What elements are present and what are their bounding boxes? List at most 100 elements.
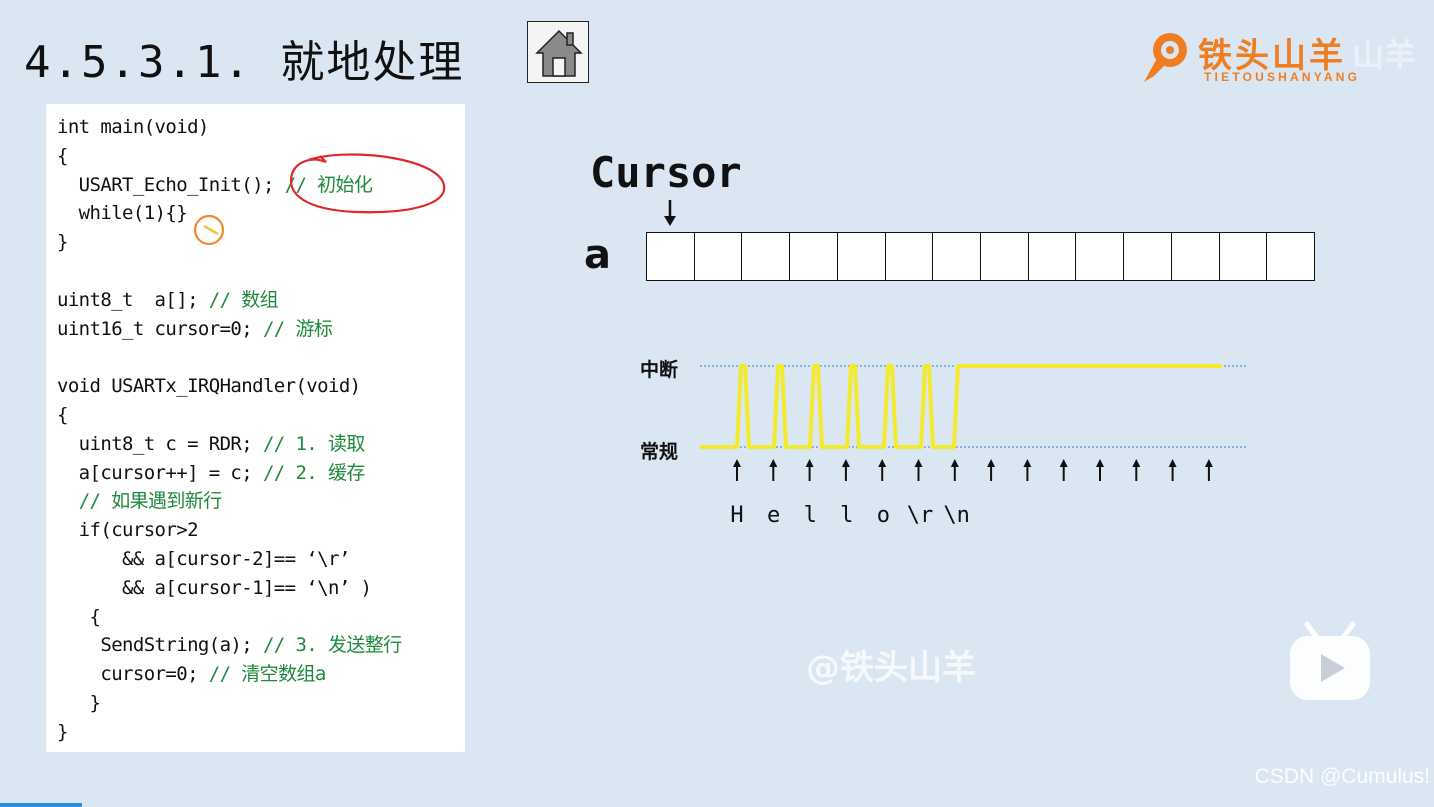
code-line: cursor=0; // 清空数组a	[57, 662, 326, 686]
array-cell	[1076, 233, 1125, 280]
code-line: if(cursor>2	[57, 518, 199, 542]
code-text: uint8_t a[];	[57, 288, 199, 311]
code-text: }	[57, 720, 68, 743]
code-text: }	[57, 231, 68, 254]
code-text: a[cursor++] = c;	[57, 461, 253, 484]
up-arrow-head	[914, 459, 923, 467]
byte-label: o	[876, 503, 891, 528]
array-cell	[742, 233, 791, 280]
signal-waveform	[700, 364, 1222, 449]
play-icon[interactable]	[1287, 620, 1373, 704]
array-cell	[886, 233, 934, 280]
code-text: SendString(a);	[57, 634, 253, 657]
progress-bar[interactable]	[0, 803, 82, 807]
video-watermark: @铁头山羊	[806, 648, 976, 688]
array-cell	[981, 233, 1029, 280]
array-cell	[790, 233, 838, 280]
code-line: uint8_t a[]; // 数组	[57, 288, 279, 312]
up-arrow-head	[1096, 459, 1104, 467]
array-buffer	[646, 232, 1315, 281]
byte-label: e	[766, 503, 781, 528]
up-arrow-head	[1023, 459, 1032, 467]
code-comment: // 3. 发送整行	[252, 634, 402, 657]
code-line: {	[57, 144, 68, 168]
brand-logo: 铁头山羊 TIETOUSHANYANG 山羊	[1142, 26, 1416, 90]
code-text: cursor=0;	[57, 663, 198, 686]
up-arrow-head	[805, 459, 814, 467]
up-arrow-head	[950, 459, 959, 467]
code-comment: // 清空数组a	[197, 663, 327, 686]
array-cell	[647, 233, 695, 280]
normal-label: 常规	[640, 441, 679, 463]
slide-title: 4.5.3.1. 就地处理	[24, 37, 465, 88]
logo-subtext: TIETOUSHANYANG	[1204, 70, 1361, 84]
array-cell	[1267, 233, 1314, 280]
code-text: int main(void)	[57, 116, 209, 138]
code-line: while(1){}	[57, 201, 188, 225]
code-line: }	[57, 720, 68, 744]
code-comment: // 1. 读取	[252, 432, 365, 455]
up-arrow-head	[1204, 459, 1213, 467]
code-text: }	[57, 692, 101, 714]
code-line: SendString(a); // 3. 发送整行	[57, 633, 402, 657]
code-text: {	[57, 144, 68, 167]
up-arrow-head	[769, 459, 778, 467]
code-line: a[cursor++] = c; // 2. 缓存	[57, 461, 366, 485]
ram-icon	[1144, 33, 1187, 82]
up-arrow-head	[733, 459, 741, 467]
array-cell	[1220, 233, 1268, 280]
code-line: {	[57, 605, 101, 629]
code-line: && a[cursor-1]== ‘\n’ )	[57, 576, 372, 600]
byte-label: l	[840, 503, 854, 528]
array-name: a	[584, 232, 611, 278]
array-cell	[1029, 233, 1077, 280]
code-line: int main(void)	[57, 115, 209, 139]
code-text: {	[57, 404, 68, 426]
down-arrow-icon	[664, 200, 676, 226]
byte-label: l	[803, 503, 817, 528]
code-line: uint8_t c = RDR; // 1. 读取	[57, 432, 366, 456]
array-cell	[1124, 233, 1172, 280]
code-comment: // 数组	[197, 288, 279, 311]
up-arrow-head	[987, 459, 996, 467]
code-text: uint8_t c = RDR;	[57, 432, 253, 455]
up-arrow-head	[841, 459, 850, 467]
up-arrow-head	[1132, 459, 1141, 467]
interrupt-label: 中断	[640, 359, 679, 381]
code-text: if(cursor>2	[57, 519, 199, 542]
code-line: // 如果遇到新行	[57, 489, 223, 513]
pointer-marker	[193, 214, 225, 246]
code-line: && a[cursor-2]== ‘\r’	[57, 547, 350, 571]
byte-label: \r	[906, 503, 934, 528]
code-comment: // 初始化	[273, 173, 373, 196]
code-line: }	[57, 230, 68, 254]
byte-label: \n	[943, 503, 970, 528]
code-line: }	[57, 691, 101, 715]
up-arrow-head	[1059, 459, 1068, 467]
code-text: && a[cursor-1]== ‘\n’ )	[57, 576, 372, 599]
code-text: uint16_t cursor=0;	[57, 317, 253, 340]
code-text: && a[cursor-2]== ‘\r’	[57, 548, 350, 570]
code-line: {	[57, 403, 68, 427]
up-arrow-head	[878, 459, 887, 467]
code-comment: // 如果遇到新行	[78, 490, 223, 513]
code-text: void USARTx_IRQHandler(void)	[57, 375, 361, 398]
home-button[interactable]	[527, 21, 589, 83]
array-cell	[1172, 233, 1220, 280]
code-comment: // 游标	[252, 317, 333, 340]
array-cell	[933, 233, 982, 280]
code-text: USART_Echo_Init();	[57, 173, 275, 196]
byte-label: H	[730, 503, 744, 528]
cursor-label: Cursor	[590, 148, 742, 197]
array-cell	[838, 233, 886, 280]
signal-diagram	[700, 364, 1248, 481]
credit-text: CSDN @Cumulus!	[1254, 765, 1430, 788]
code-comment: // 2. 缓存	[252, 461, 365, 484]
up-arrow-head	[1168, 459, 1177, 467]
home-icon	[535, 29, 583, 77]
code-text: {	[57, 605, 101, 628]
logo-ghost-text: 山羊	[1352, 36, 1417, 74]
code-line: void USARTx_IRQHandler(void)	[57, 374, 361, 398]
code-text: while(1){}	[57, 202, 188, 225]
